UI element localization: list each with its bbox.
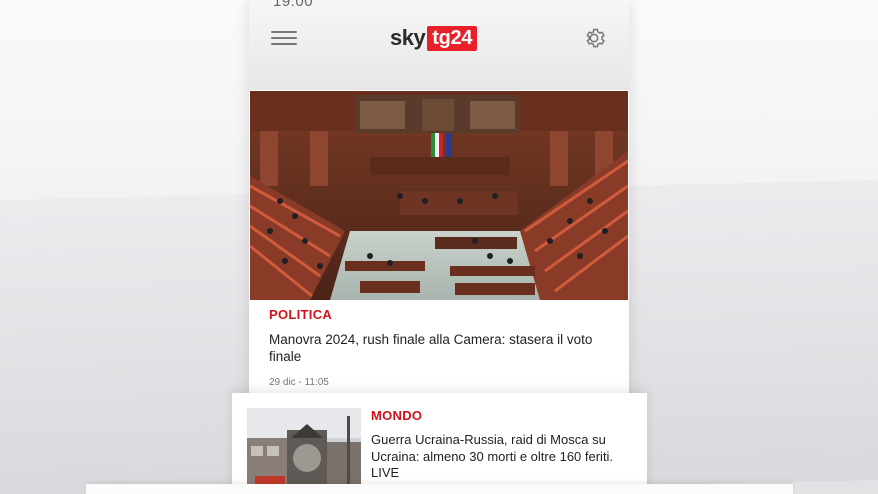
logo-sky-text: sky (390, 25, 426, 50)
article-card-2-body: MONDO Guerra Ucraina-Russia, raid di Mos… (371, 408, 639, 482)
hamburger-menu-icon[interactable] (271, 27, 297, 49)
app-header: 19:00 sky tg24 (249, 0, 629, 90)
article-headline[interactable]: Manovra 2024, rush finale alla Camera: s… (269, 331, 619, 365)
article-headline[interactable]: Guerra Ucraina-Russia, raid di Mosca su … (371, 432, 639, 482)
status-time: 19:00 (273, 0, 314, 10)
article-hero-image[interactable] (250, 91, 628, 300)
article-category[interactable]: POLITICA (269, 307, 619, 322)
article-card-1[interactable]: POLITICA Manovra 2024, rush finale alla … (269, 307, 619, 365)
article-thumbnail[interactable] (247, 408, 361, 494)
gear-icon[interactable] (581, 25, 607, 51)
article-card-2[interactable]: MONDO Guerra Ucraina-Russia, raid di Mos… (232, 393, 647, 494)
sky-tg24-logo: sky tg24 (390, 24, 478, 52)
logo-tg24-text: tg24 (427, 25, 478, 51)
article-timestamp: 29 dic - 11:05 (269, 377, 329, 388)
bottom-panel-edge (86, 484, 793, 494)
article-category[interactable]: MONDO (371, 408, 639, 423)
